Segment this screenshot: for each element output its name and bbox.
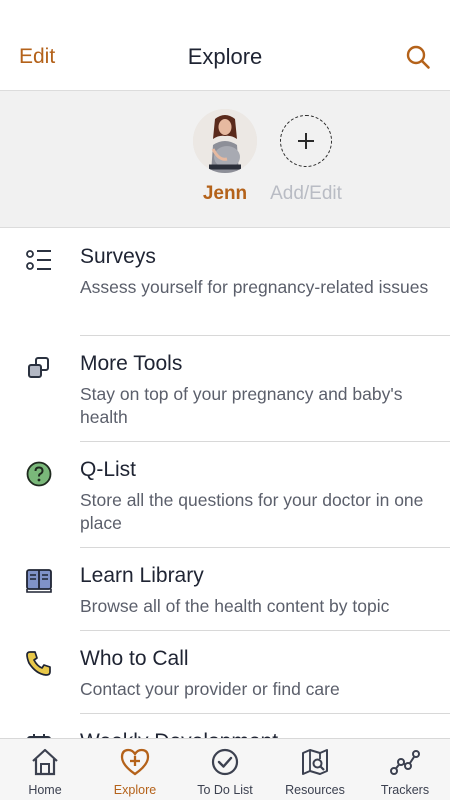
item-title: More Tools xyxy=(80,352,183,375)
item-description: Browse all of the health content by topi… xyxy=(80,596,390,616)
profile-name: Jenn xyxy=(202,183,248,204)
avatar xyxy=(193,109,257,173)
item-title: Who to Call xyxy=(80,647,189,670)
tab-label: Home xyxy=(28,783,62,797)
explore-list: Surveys Assess yourself for pregnancy-re… xyxy=(0,229,450,739)
list-item-who-to-call[interactable]: Who to Call Contact your provider or fin… xyxy=(26,631,450,714)
add-edit-label: Add/Edit xyxy=(270,183,342,204)
checklist-icon xyxy=(25,247,53,275)
item-title: Q-List xyxy=(80,458,137,481)
item-description: Assess yourself for pregnancy-related is… xyxy=(80,277,429,297)
tools-icon xyxy=(25,354,53,382)
list-item-learn-library[interactable]: Learn Library Browse all of the health c… xyxy=(26,548,450,631)
list-item-weekly-development[interactable]: Weekly Development xyxy=(27,714,450,739)
tab-label: Resources xyxy=(285,783,345,797)
profile-jenn[interactable]: Jenn xyxy=(193,109,257,205)
tab-label: Trackers xyxy=(380,783,430,797)
check-circle-icon xyxy=(209,746,241,778)
heart-plus-icon xyxy=(119,746,151,778)
page-title: Explore xyxy=(187,44,263,69)
home-icon xyxy=(29,746,61,778)
book-icon xyxy=(25,566,53,594)
plus-icon xyxy=(280,115,332,167)
search-icon[interactable] xyxy=(404,43,432,71)
tab-resources[interactable]: Resources xyxy=(270,739,360,800)
header: Edit Explore xyxy=(0,24,450,91)
item-title: Surveys xyxy=(80,245,156,268)
tab-home[interactable]: Home xyxy=(0,739,90,800)
item-description: Contact your provider or find care xyxy=(80,679,340,699)
list-item-q-list[interactable]: Q-List Store all the questions for your … xyxy=(26,442,450,548)
map-search-icon xyxy=(299,746,331,778)
status-bar xyxy=(0,0,450,24)
trend-icon xyxy=(389,746,421,778)
tab-trackers[interactable]: Trackers xyxy=(360,739,450,800)
tab-label: Explore xyxy=(113,783,157,797)
question-icon xyxy=(25,460,53,488)
item-description: Stay on top of your pregnancy and baby's… xyxy=(80,384,403,427)
tab-label: To Do List xyxy=(197,783,253,797)
profile-switcher: Jenn Add/Edit xyxy=(0,91,450,228)
item-title: Learn Library xyxy=(80,564,204,587)
tab-bar: Home Explore To Do List Resources Tracke… xyxy=(0,738,450,800)
add-edit-profile-button[interactable]: Add/Edit xyxy=(262,109,350,205)
tab-explore[interactable]: Explore xyxy=(90,739,180,800)
list-item-surveys[interactable]: Surveys Assess yourself for pregnancy-re… xyxy=(26,229,450,336)
tab-to-do-list[interactable]: To Do List xyxy=(180,739,270,800)
phone-icon xyxy=(25,649,53,677)
list-item-more-tools[interactable]: More Tools Stay on top of your pregnancy… xyxy=(28,336,450,442)
item-description: Store all the questions for your doctor … xyxy=(80,490,424,533)
edit-button[interactable]: Edit xyxy=(19,45,55,69)
